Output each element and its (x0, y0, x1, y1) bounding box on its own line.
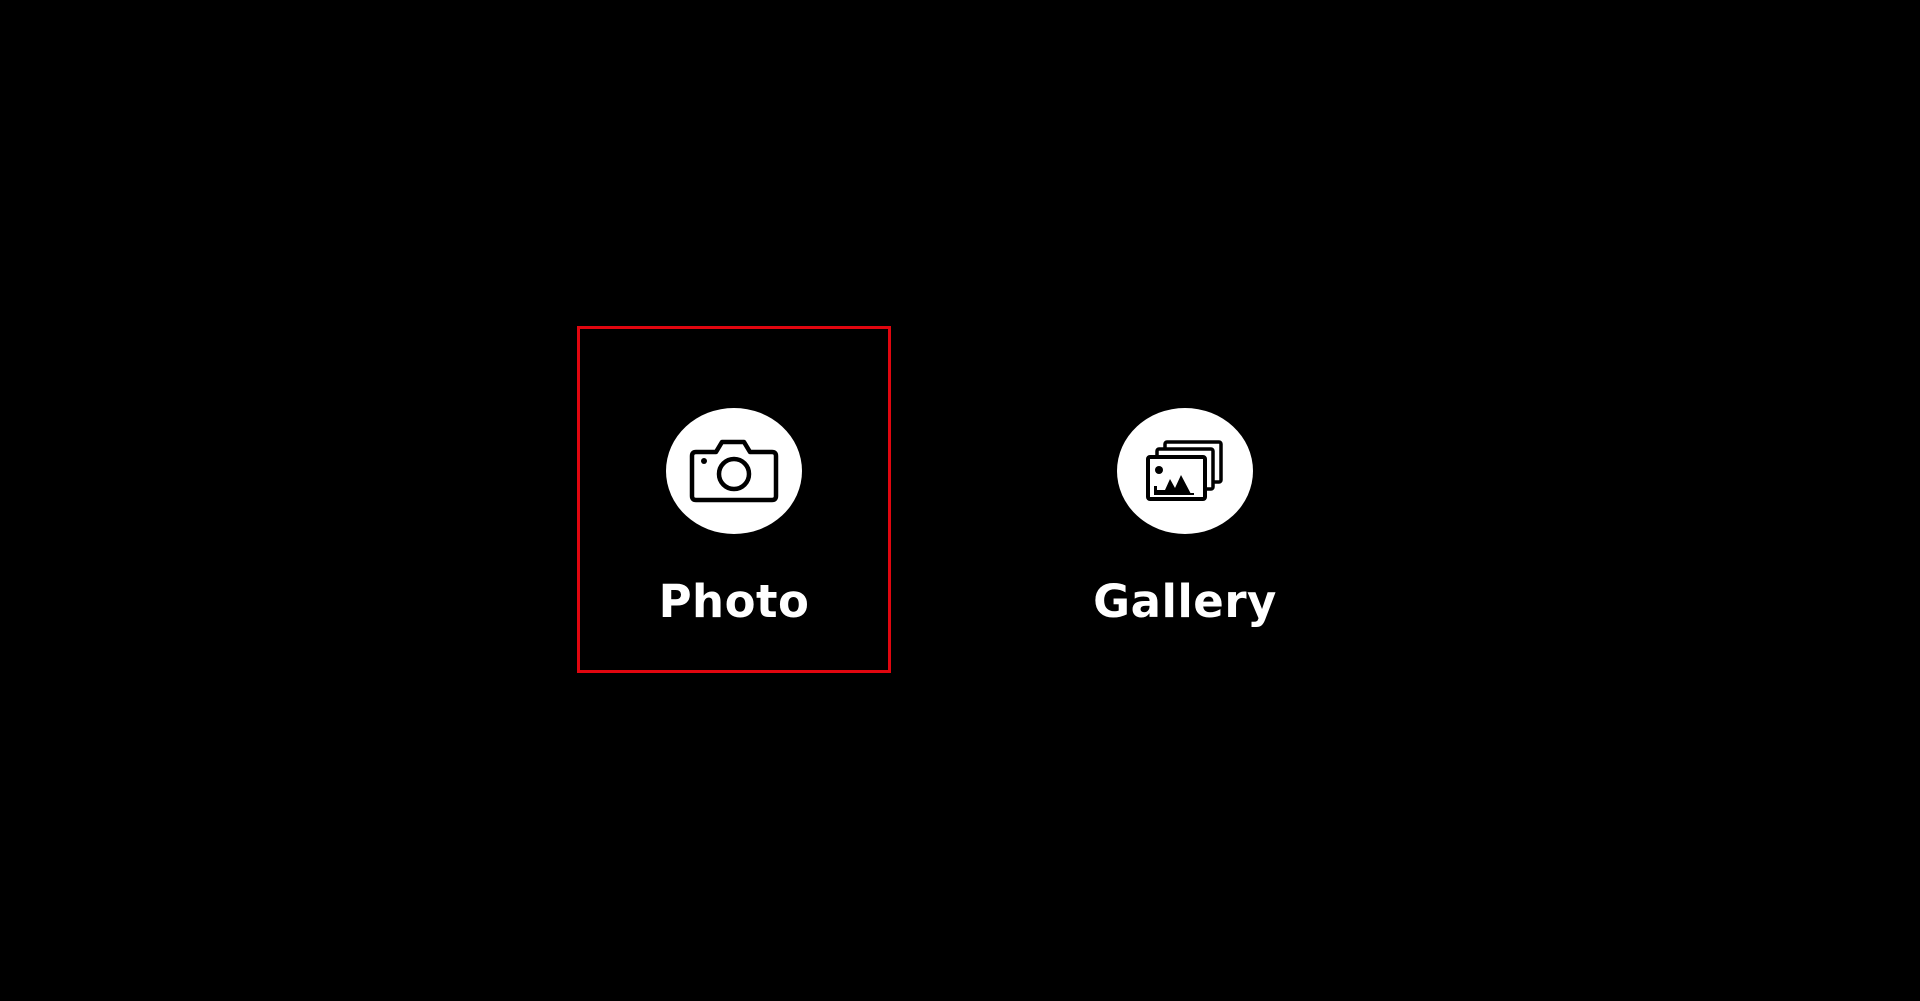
photo-label: Photo (658, 575, 810, 628)
gallery-option-button[interactable]: Gallery (1028, 326, 1342, 673)
gallery-icon-circle (1117, 408, 1253, 534)
photo-option-button[interactable]: Photo (577, 326, 891, 673)
gallery-label: Gallery (1093, 575, 1277, 628)
photo-icon-circle (666, 408, 802, 534)
image-source-picker: Photo Gallery (0, 0, 1920, 1001)
camera-icon (689, 439, 779, 503)
gallery-icon (1146, 440, 1223, 501)
